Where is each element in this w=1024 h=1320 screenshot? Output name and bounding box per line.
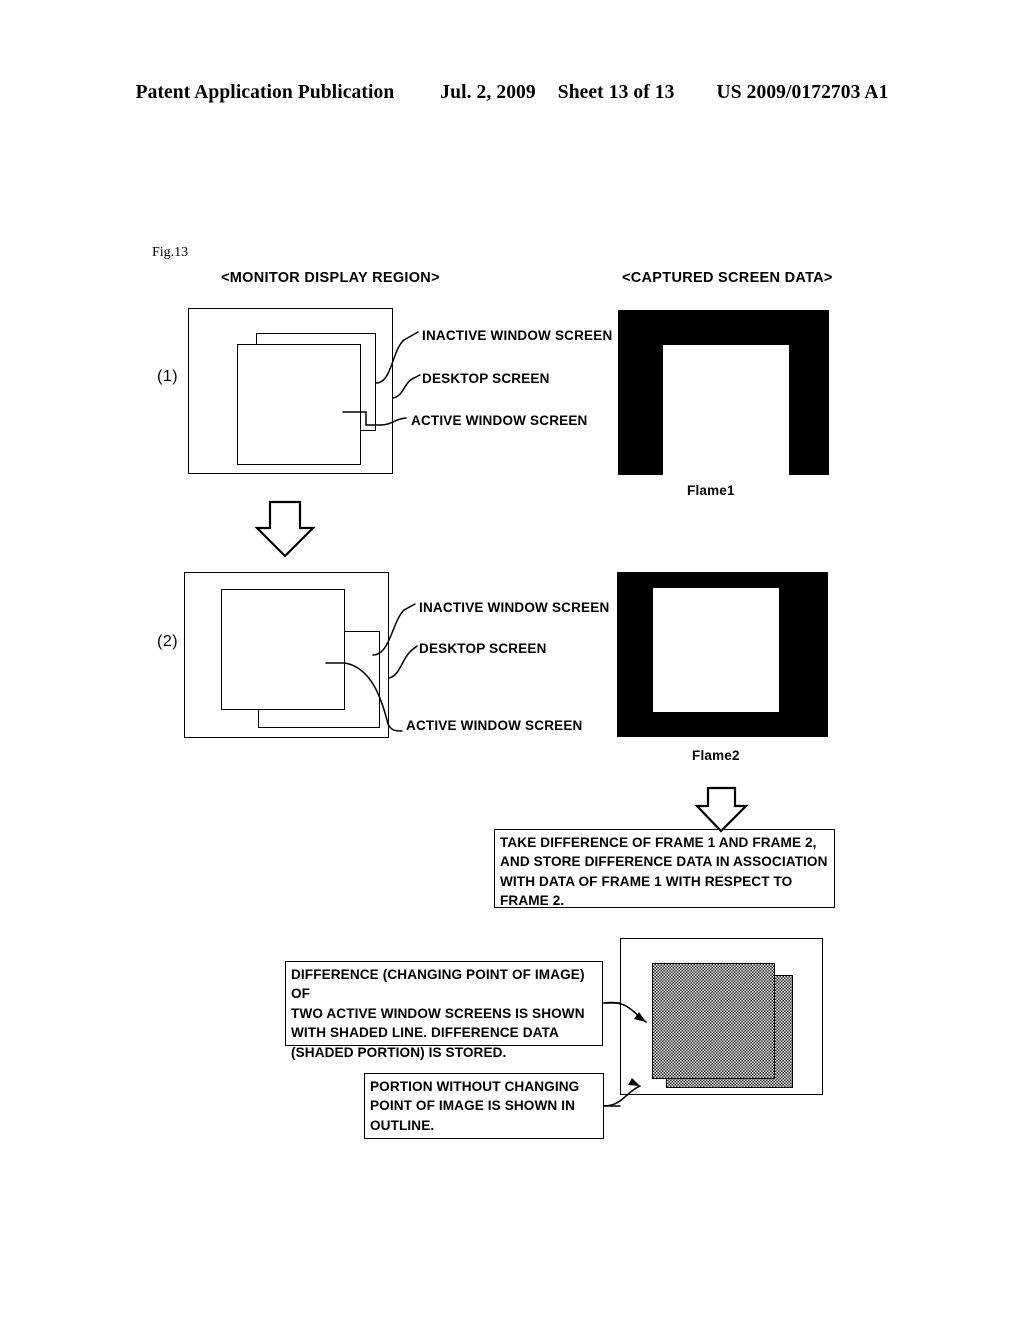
panel2-leader-inactive-tick <box>403 603 416 611</box>
panel1-leader-desktop-tick <box>413 374 421 379</box>
panel2-leader-inactive <box>372 609 405 656</box>
arrow-outline-note-head <box>628 1078 640 1086</box>
panel1-leader-inactive <box>375 339 405 384</box>
panel1-leader-inactive-tick <box>403 331 419 341</box>
figure-13: Fig.13 <MONITOR DISPLAY REGION> <CAPTURE… <box>0 0 1024 1320</box>
figure-vector-overlay <box>254 331 749 1107</box>
panel2-leader-desktop <box>388 649 413 679</box>
panel1-leader-active <box>342 411 407 426</box>
panel1-leader-desktop <box>392 377 415 399</box>
panel2-leader-desktop-tick <box>411 645 418 651</box>
flow-arrow-panel1-to-panel2 <box>254 500 316 558</box>
panel2-leader-active-b <box>387 723 403 732</box>
flow-arrow-frame2-to-note <box>694 786 749 833</box>
panel2-leader-active-a <box>325 662 389 725</box>
arrow-outline-note-curve <box>603 1085 641 1107</box>
